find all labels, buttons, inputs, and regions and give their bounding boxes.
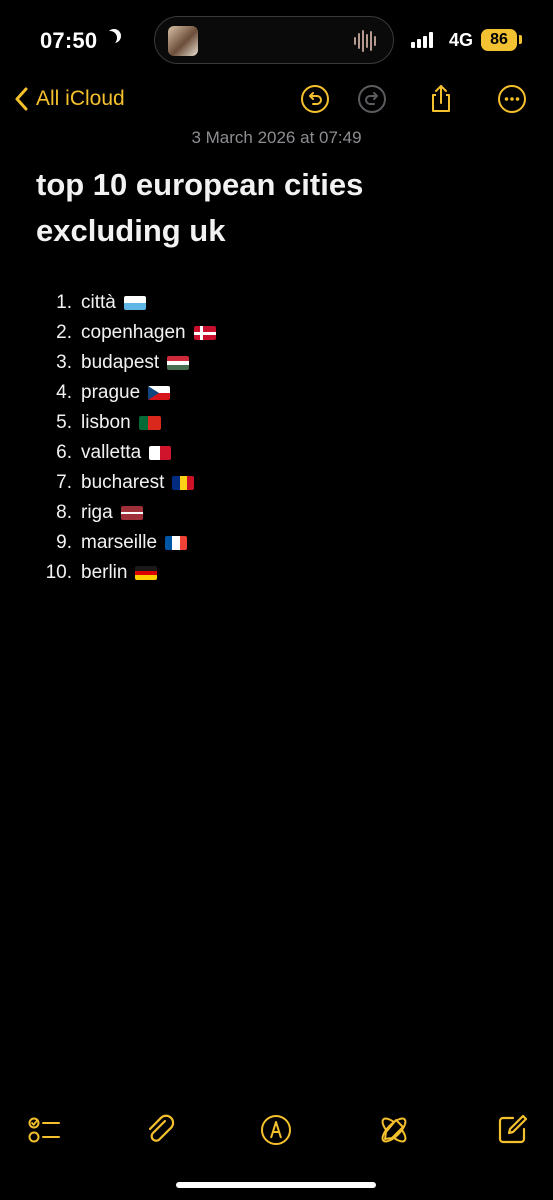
- undo-icon[interactable]: [300, 84, 330, 114]
- dynamic-island[interactable]: [154, 16, 394, 64]
- checklist-icon[interactable]: [26, 1112, 62, 1148]
- share-icon[interactable]: [426, 84, 456, 114]
- city-name: lisbon: [81, 412, 131, 433]
- city-name: berlin: [81, 562, 128, 583]
- city-name: città: [81, 292, 116, 313]
- writing-tools-icon[interactable]: [376, 1112, 412, 1148]
- signal-icon: [411, 32, 433, 48]
- battery-nub: [519, 35, 522, 44]
- status-time: 07:50: [40, 28, 119, 54]
- city-list[interactable]: 1. città 2. copenhagen 3. budapest 4. pr…: [36, 288, 216, 588]
- waveform-icon: [354, 30, 376, 52]
- list-item[interactable]: 8. riga: [36, 498, 216, 528]
- city-name: valletta: [81, 442, 142, 463]
- flag-denmark-icon: [193, 326, 216, 340]
- chevron-left-icon: [15, 87, 28, 111]
- city-name: riga: [81, 502, 113, 523]
- list-number: 3.: [56, 352, 72, 373]
- list-item[interactable]: 1. città: [36, 288, 216, 318]
- list-number: 9.: [56, 532, 72, 553]
- flag-hungary-icon: [167, 356, 190, 370]
- flag-san-marino-icon: [123, 296, 146, 310]
- now-playing-artwork: [168, 26, 198, 56]
- city-name: prague: [81, 382, 141, 403]
- list-item[interactable]: 2. copenhagen: [36, 318, 216, 348]
- flag-portugal-icon: [138, 416, 161, 430]
- redo-icon[interactable]: [357, 84, 387, 114]
- city-name: bucharest: [81, 472, 165, 493]
- network-type: 4G: [449, 30, 474, 50]
- list-item[interactable]: 7. bucharest: [36, 468, 216, 498]
- more-icon[interactable]: [497, 84, 527, 114]
- back-button[interactable]: All iCloud: [14, 84, 125, 114]
- compose-icon[interactable]: [494, 1112, 530, 1148]
- flag-romania-icon: [172, 476, 195, 490]
- note-title[interactable]: top 10 european cities excluding uk: [36, 162, 516, 254]
- city-name: copenhagen: [81, 322, 186, 343]
- paperclip-icon[interactable]: [142, 1112, 178, 1148]
- flag-germany-icon: [135, 566, 158, 580]
- flag-france-icon: [165, 536, 188, 550]
- list-number: 6.: [56, 442, 72, 463]
- list-number: 1.: [56, 292, 72, 313]
- list-number: 2.: [56, 322, 72, 343]
- list-number: 4.: [56, 382, 72, 403]
- list-item[interactable]: 6. valletta: [36, 438, 216, 468]
- list-item[interactable]: 3. budapest: [36, 348, 216, 378]
- list-number: 5.: [56, 412, 72, 433]
- list-item[interactable]: 5. lisbon: [36, 408, 216, 438]
- list-item[interactable]: 4. prague: [36, 378, 216, 408]
- note-date: 3 March 2026 at 07:49: [191, 128, 362, 147]
- flag-latvia-icon: [120, 506, 143, 520]
- list-number: 10.: [45, 562, 72, 583]
- list-number: 8.: [56, 502, 72, 523]
- battery-indicator: 86: [481, 29, 517, 51]
- back-button-label: All iCloud: [36, 87, 125, 110]
- city-name: budapest: [81, 352, 160, 373]
- flag-czechia-icon: [148, 386, 171, 400]
- city-name: marseille: [81, 532, 158, 553]
- status-time-label: 07:50: [40, 28, 98, 53]
- moon-icon: [103, 31, 117, 45]
- flag-malta-icon: [149, 446, 172, 460]
- home-indicator[interactable]: [176, 1182, 376, 1188]
- list-item[interactable]: 10. berlin: [36, 558, 216, 588]
- list-number: 7.: [56, 472, 72, 493]
- markup-pen-icon[interactable]: [258, 1112, 294, 1148]
- list-item[interactable]: 9. marseille: [36, 528, 216, 558]
